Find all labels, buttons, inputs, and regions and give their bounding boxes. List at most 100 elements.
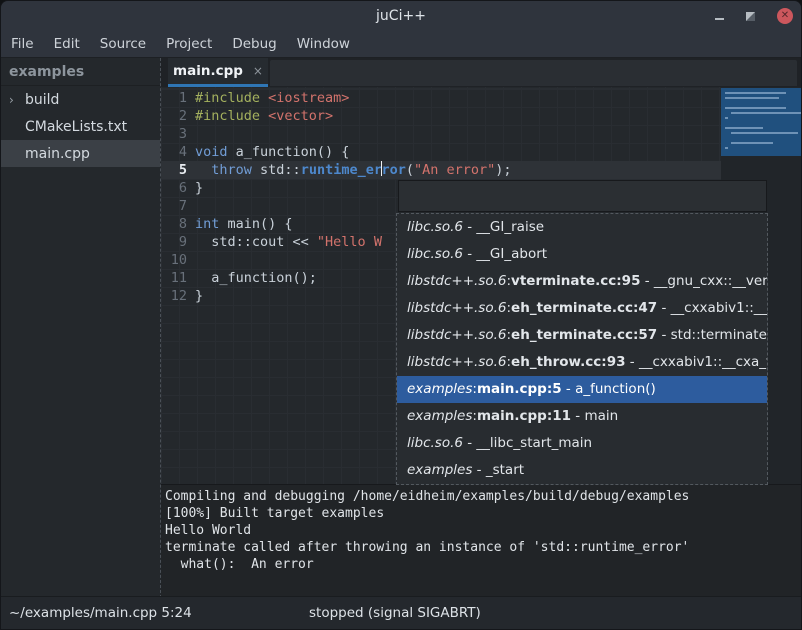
stack-frame-row-1[interactable]: libc.so.6 - __GI_abort xyxy=(397,241,767,268)
main-area: main.cpp × 1#include <iostream>2#include… xyxy=(161,58,802,598)
code-token: } xyxy=(195,180,203,196)
frame-library: libc.so.6 xyxy=(407,435,463,451)
status-debug-state: stopped (signal SIGABRT) xyxy=(309,605,481,621)
frame-location: main.cpp:11 xyxy=(477,408,571,424)
tree-item-main.cpp[interactable]: main.cpp xyxy=(1,140,160,167)
minimap-code-line xyxy=(725,127,763,129)
stack-trace-popup: libc.so.6 - __GI_raiselibc.so.6 - __GI_a… xyxy=(396,213,768,485)
menu-item-debug[interactable]: Debug xyxy=(222,32,286,56)
frame-library: libstdc++.so.6 xyxy=(407,300,506,316)
terminal-line: what(): An error xyxy=(165,556,802,573)
frame-library: libstdc++.so.6 xyxy=(407,327,506,343)
tree-item-cmakelists.txt[interactable]: CMakeLists.txt xyxy=(1,113,160,140)
line-number: 4 xyxy=(161,143,187,161)
stack-frame-row-2[interactable]: libstdc++.so.6:vterminate.cc:95 - __gnu_… xyxy=(397,268,767,295)
frame-location: eh_terminate.cc:47 xyxy=(511,300,657,316)
minimize-icon[interactable] xyxy=(715,18,724,20)
close-icon[interactable]: ✕ xyxy=(777,8,793,24)
menu-bar: FileEditSourceProjectDebugWindow xyxy=(1,31,801,58)
titlebar[interactable]: juCi++ ✕ xyxy=(1,1,801,31)
line-number: 8 xyxy=(161,215,187,233)
code-token: ( xyxy=(406,162,414,178)
frame-library: libstdc++.so.6 xyxy=(407,273,506,289)
menu-item-window[interactable]: Window xyxy=(287,32,360,56)
stack-frame-row-5[interactable]: libstdc++.so.6:eh_throw.cc:93 - __cxxabi… xyxy=(397,349,767,376)
minimap-code-line xyxy=(725,97,779,99)
code-token: "An error" xyxy=(414,162,495,178)
code-editor[interactable]: 1#include <iostream>2#include <vector>34… xyxy=(161,87,802,484)
frame-library: examples xyxy=(407,462,472,478)
code-token: "Hello W xyxy=(317,234,382,250)
minimap-code-line xyxy=(725,147,728,149)
frame-function: - __libc_start_main xyxy=(463,435,592,451)
menu-item-file[interactable]: File xyxy=(1,32,44,56)
frame-library: examples xyxy=(407,408,472,424)
terminal-line: Compiling and debugging /home/eidheim/ex… xyxy=(165,488,802,505)
code-token: a_function(); xyxy=(195,270,317,286)
tab-label: main.cpp xyxy=(173,63,243,79)
frame-function: - a_function() xyxy=(562,381,656,397)
menu-item-source[interactable]: Source xyxy=(90,32,156,56)
minimap-code-line xyxy=(731,112,802,114)
code-line-1[interactable]: 1#include <iostream> xyxy=(161,89,721,107)
tab-close-icon[interactable]: × xyxy=(253,64,263,78)
juci-window: juCi++ ✕ FileEditSourceProjectDebugWindo… xyxy=(0,0,802,630)
chevron-right-icon[interactable]: › xyxy=(9,93,14,107)
code-token xyxy=(195,162,211,178)
stack-frame-row-6[interactable]: examples:main.cpp:5 - a_function() xyxy=(397,376,767,403)
stack-frame-row-3[interactable]: libstdc++.so.6:eh_terminate.cc:47 - __cx… xyxy=(397,295,767,322)
code-token: std::cout << xyxy=(195,234,317,250)
code-line-4[interactable]: 4 void a_function() { xyxy=(161,143,721,161)
code-token: #include xyxy=(195,108,268,124)
code-token: <iostream> xyxy=(268,90,349,106)
terminal-line: terminate called after throwing an insta… xyxy=(165,539,802,556)
code-token: std:: xyxy=(252,162,301,178)
terminal-line: Hello World xyxy=(165,522,802,539)
line-number: 3 xyxy=(161,125,187,143)
menu-item-project[interactable]: Project xyxy=(156,32,222,56)
code-token: void xyxy=(195,144,228,160)
line-number: 10 xyxy=(161,251,187,269)
frame-library: examples xyxy=(407,381,472,397)
minimap-code-line xyxy=(725,117,728,119)
line-number: 12 xyxy=(161,287,187,305)
menu-item-edit[interactable]: Edit xyxy=(44,32,90,56)
code-token: a_function() { xyxy=(228,144,350,160)
frame-location: eh_terminate.cc:57 xyxy=(511,327,657,343)
minimap-code-line xyxy=(731,142,773,144)
frame-location: vterminate.cc:95 xyxy=(511,273,640,289)
code-token: main() { xyxy=(219,216,292,232)
tree-item-label: main.cpp xyxy=(25,146,90,162)
minimap-code-line xyxy=(725,107,786,109)
code-token: int xyxy=(195,216,219,232)
line-number: 11 xyxy=(161,269,187,287)
frame-function: - __cxxabiv1::__cxa_throw() xyxy=(626,354,768,370)
minimap-code-line xyxy=(731,132,798,134)
minimap-code-line xyxy=(725,92,786,94)
window-controls: ✕ xyxy=(715,1,793,31)
tab-bar-empty-space xyxy=(270,60,797,86)
frame-function: - __cxxabiv1::__terminate() xyxy=(657,300,767,316)
stack-frame-row-7[interactable]: examples:main.cpp:11 - main xyxy=(397,403,767,430)
frame-location: main.cpp:5 xyxy=(477,381,562,397)
code-line-2[interactable]: 2#include <vector> xyxy=(161,107,721,125)
frame-library: libstdc++.so.6 xyxy=(407,354,506,370)
frame-function: - _start xyxy=(472,462,524,478)
line-number: 6 xyxy=(161,179,187,197)
terminal-output: Compiling and debugging /home/eidheim/ex… xyxy=(161,484,802,598)
tree-item-build[interactable]: › build xyxy=(1,86,160,113)
code-token: #include xyxy=(195,90,268,106)
minimap[interactable] xyxy=(721,88,802,156)
code-line-3[interactable]: 3 xyxy=(161,125,721,143)
code-token: ror xyxy=(381,162,405,178)
restore-icon[interactable] xyxy=(746,12,755,21)
stack-frame-row-0[interactable]: libc.so.6 - __GI_raise xyxy=(397,214,767,241)
code-line-5[interactable]: 5 throw std::runtime_error("An error"); xyxy=(161,161,721,179)
line-number: 5 xyxy=(161,161,187,179)
tab-main-cpp[interactable]: main.cpp × xyxy=(168,58,268,87)
stack-frame-row-4[interactable]: libstdc++.so.6:eh_terminate.cc:57 - std:… xyxy=(397,322,767,349)
status-bar: ~/examples/main.cpp 5:24 stopped (signal… xyxy=(1,596,801,629)
tree-item-label: build xyxy=(25,92,59,108)
stack-frame-row-9[interactable]: examples - _start xyxy=(397,457,767,484)
stack-frame-row-8[interactable]: libc.so.6 - __libc_start_main xyxy=(397,430,767,457)
